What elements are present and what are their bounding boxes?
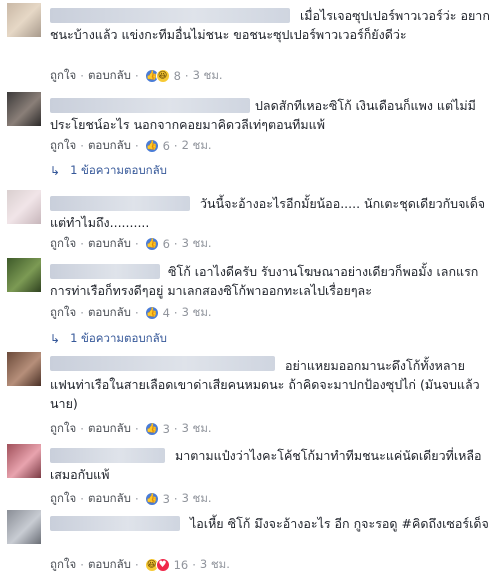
comment-actions: ถูกใจ · ตอบกลับ · 👍 3 · 3 ชม. [50,490,212,508]
reply-button[interactable]: ตอบกลับ [88,420,131,438]
like-button[interactable]: ถูกใจ [50,420,76,438]
reply-arrow-icon: ↳ [50,164,61,178]
comment-actions: ถูกใจ · ตอบกลับ · 👍 3 · 3 ชม. [50,420,212,438]
reactions[interactable]: 👍 [144,139,159,153]
reaction-count[interactable]: 16 [174,558,189,572]
like-button[interactable]: ถูกใจ [50,235,76,253]
reaction-count[interactable]: 4 [163,306,170,320]
reply-button[interactable]: ตอบกลับ [88,556,131,574]
avatar[interactable] [7,258,41,292]
reaction-count[interactable]: 6 [163,237,170,251]
separator-dot: · [173,422,178,436]
separator-dot: · [80,237,84,251]
reply-button[interactable]: ตอบกลับ [88,67,131,85]
separator-dot: · [80,139,84,153]
comment-text: ไอเหี้ย ซิโก้ มึงจะอ้างอะไร อีก กูจะรอดู… [190,516,489,531]
comment-text: มาตามแป๋งว่าไงคะโค้ชโก้มาทำทีมชนะแค่นัดเ… [50,448,482,482]
avatar[interactable] [7,190,41,224]
separator-dot: · [134,306,139,320]
comment-actions: ถูกใจ · ตอบกลับ · 😆 ♥ 16 · 3 ชม. [50,556,230,574]
timestamp[interactable]: 3 ชม. [193,67,223,85]
separator-dot: · [173,139,178,153]
separator-dot: · [80,558,84,572]
reactions[interactable]: 👍 [144,492,159,506]
avatar[interactable] [7,92,41,126]
comment-text: ปลดสักทีเหอะซิโก้ เงินเดือนก็แพง แต่ไม่ม… [50,98,476,132]
separator-dot: · [134,69,139,83]
separator-dot: · [184,69,189,83]
like-button[interactable]: ถูกใจ [50,556,76,574]
comment-text: ซิโก้ เอาไงดีครับ รับงานโฆษณาอย่างเดียวก… [50,264,479,298]
reply-button[interactable]: ตอบกลับ [88,137,131,155]
timestamp[interactable]: 3 ชม. [182,420,212,438]
like-icon: 👍 [144,306,159,320]
like-icon: 👍 [144,492,159,506]
reaction-count[interactable]: 6 [163,139,170,153]
separator-dot: · [80,306,84,320]
like-button[interactable]: ถูกใจ [50,67,76,85]
view-replies-link[interactable]: ↳ 1 ข้อความตอบกลับ [50,330,167,348]
timestamp[interactable]: 3 ชม. [182,304,212,322]
separator-dot: · [134,558,139,572]
comment-text: อย่าแหยมออกมานะดึงโก้ทั้งหลาย แฟนท่าเรือ… [50,358,480,411]
avatar[interactable] [7,352,41,386]
timestamp[interactable]: 3 ชม. [200,556,230,574]
avatar[interactable] [7,444,41,478]
separator-dot: · [80,69,84,83]
separator-dot: · [134,422,139,436]
like-button[interactable]: ถูกใจ [50,137,76,155]
reactions[interactable]: 😆 ♥ [144,558,170,572]
reaction-count[interactable]: 8 [174,69,181,83]
avatar[interactable] [7,510,41,544]
heart-icon: ♥ [155,558,170,572]
like-button[interactable]: ถูกใจ [50,490,76,508]
comment-actions: ถูกใจ · ตอบกลับ · 👍 6 · 2 ชม. [50,137,212,155]
separator-dot: · [134,492,139,506]
separator-dot: · [134,237,139,251]
comment-text: วันนี้จะอ้างอะไรอีกมั้ยน้ออ..... นักเตะช… [50,196,486,230]
comment-actions: ถูกใจ · ตอบกลับ · 👍 😆 8 · 3 ชม. [50,67,223,85]
reactions[interactable]: 👍 [144,306,159,320]
view-replies-link[interactable]: ↳ 1 ข้อความตอบกลับ [50,162,167,180]
separator-dot: · [134,139,139,153]
reactions[interactable]: 👍 😆 [144,69,170,83]
reactions[interactable]: 👍 [144,237,159,251]
reaction-count[interactable]: 3 [163,492,170,506]
reactions[interactable]: 👍 [144,422,159,436]
reply-button[interactable]: ตอบกลับ [88,490,131,508]
separator-dot: · [192,558,196,572]
comment-text: เมื่อไรเจอซุปเปอร์พาวเวอร์ว่ะ อยากชนะบ้า… [50,8,490,42]
comment-actions: ถูกใจ · ตอบกลับ · 👍 4 · 3 ชม. [50,304,212,322]
reaction-count[interactable]: 3 [163,422,170,436]
timestamp[interactable]: 2 ชม. [182,137,212,155]
timestamp[interactable]: 3 ชม. [182,235,212,253]
separator-dot: · [80,422,84,436]
reply-arrow-icon: ↳ [50,332,61,346]
like-icon: 👍 [144,237,159,251]
like-icon: 👍 [144,422,159,436]
reply-button[interactable]: ตอบกลับ [88,235,131,253]
comment-actions: ถูกใจ · ตอบกลับ · 👍 6 · 3 ชม. [50,235,212,253]
like-button[interactable]: ถูกใจ [50,304,76,322]
avatar[interactable] [7,3,41,37]
separator-dot: · [173,492,178,506]
reply-button[interactable]: ตอบกลับ [88,304,131,322]
separator-dot: · [173,237,178,251]
separator-dot: · [173,306,178,320]
timestamp[interactable]: 3 ชม. [182,490,212,508]
like-icon: 👍 [144,139,159,153]
haha-icon: 😆 [155,69,170,83]
separator-dot: · [80,492,84,506]
